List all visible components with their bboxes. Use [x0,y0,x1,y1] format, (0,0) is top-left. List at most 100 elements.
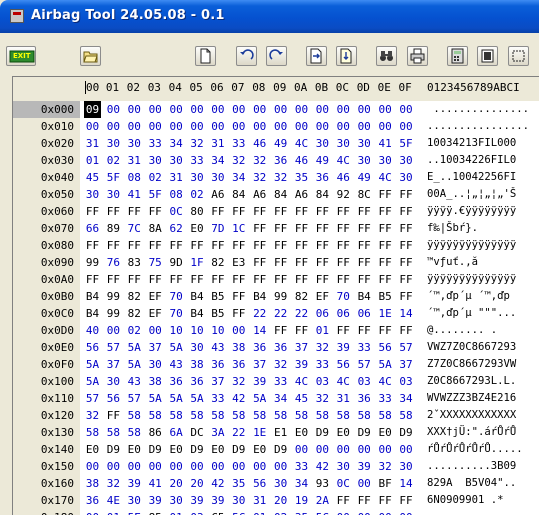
ascii-text[interactable]: ™vƒuť.‚ă [427,254,478,271]
hex-byte[interactable]: FF [398,271,415,288]
hex-byte[interactable]: 03 [314,373,331,390]
hex-byte[interactable]: 00 [209,118,226,135]
hex-byte[interactable]: 5F [398,135,415,152]
hex-byte[interactable]: 08 [168,186,185,203]
hex-byte[interactable]: 33 [272,373,289,390]
hex-byte[interactable]: 00 [335,101,352,118]
hex-byte[interactable]: FF [398,492,415,509]
hex-byte[interactable]: 36 [272,339,289,356]
hex-byte[interactable]: 01 [168,509,185,515]
hex-byte[interactable]: 00 [209,101,226,118]
hex-byte[interactable]: FF [356,254,373,271]
ascii-text[interactable]: XXX†jÜ:".áŕŮŕŮ [427,424,516,441]
hex-byte[interactable]: 30 [377,152,394,169]
hex-byte[interactable]: FF [147,237,164,254]
hex-byte[interactable]: 20 [168,475,185,492]
hex-byte[interactable]: 00 [398,441,415,458]
hex-byte[interactable]: 34 [168,135,185,152]
hex-byte[interactable]: 0C [335,475,352,492]
open-button[interactable] [80,46,101,66]
hex-byte[interactable]: EF [147,288,164,305]
hex-byte[interactable]: 30 [398,169,415,186]
hex-byte[interactable]: 34 [230,169,247,186]
hex-byte[interactable]: FF [105,407,122,424]
hex-byte[interactable]: FF [147,271,164,288]
hex-byte[interactable]: FF [251,220,268,237]
ascii-text[interactable]: ´™‚ďp´µ ´™‚ďp [427,288,510,305]
hex-byte[interactable]: 00 [230,458,247,475]
hex-byte[interactable]: 58 [126,407,143,424]
hex-byte[interactable]: FF [335,203,352,220]
ascii-text[interactable]: VWZ7Z0C8667293 [427,339,516,356]
hex-byte[interactable]: 38 [84,475,101,492]
hex-byte[interactable]: D9 [314,424,331,441]
hex-byte[interactable]: 00 [105,101,122,118]
hex-byte[interactable]: 39 [209,492,226,509]
hex-byte[interactable]: 00 [105,118,122,135]
hex-byte[interactable]: 01 [314,322,331,339]
hex-byte[interactable]: 58 [398,407,415,424]
hex-byte[interactable]: 30 [105,135,122,152]
hex-byte[interactable]: 5E [126,509,143,515]
hex-byte[interactable]: 57 [105,339,122,356]
hex-byte[interactable]: 45 [84,169,101,186]
hex-byte[interactable]: 99 [272,288,289,305]
hex-byte[interactable]: 62 [168,220,185,237]
hex-byte[interactable]: 86 [147,424,164,441]
ascii-text[interactable]: 10034213FIL000 [427,135,516,152]
hex-byte[interactable]: 30 [314,135,331,152]
hex-byte[interactable]: 30 [126,492,143,509]
hex-byte[interactable]: 33 [189,152,206,169]
hex-byte[interactable]: 37 [293,339,310,356]
hex-byte[interactable]: FF [293,322,310,339]
hex-byte[interactable]: 5A [251,390,268,407]
ascii-text[interactable]: @........ . [427,322,497,339]
hex-byte[interactable]: 01 [105,509,122,515]
hex-byte[interactable]: 5A [126,356,143,373]
hex-byte[interactable]: 5A [126,339,143,356]
hex-byte[interactable]: 9D [168,254,185,271]
ascii-text[interactable]: Z7Z0C8667293VW [427,356,516,373]
hex-byte[interactable]: 00 [272,118,289,135]
hex-byte[interactable]: 39 [189,492,206,509]
hex-byte[interactable]: 83 [126,254,143,271]
hex-byte[interactable]: 00 [251,458,268,475]
hex-byte[interactable]: B5 [209,288,226,305]
hex-byte[interactable]: 58 [84,424,101,441]
hex-byte[interactable]: 06 [356,305,373,322]
title-bar[interactable]: Airbag Tool 24.05.08 - 0.1 [0,0,539,33]
hex-byte[interactable]: 34 [272,390,289,407]
hex-byte[interactable]: FF [314,271,331,288]
hex-byte[interactable]: E1 [272,424,289,441]
hex-byte[interactable]: 58 [272,407,289,424]
hex-byte[interactable]: FF [293,203,310,220]
hex-byte[interactable]: FF [356,237,373,254]
hex-byte[interactable]: 00 [84,118,101,135]
hex-byte[interactable]: 00 [189,118,206,135]
ascii-text[interactable]: ..........3B09 [427,458,516,475]
hex-byte[interactable]: 00 [335,118,352,135]
hex-byte[interactable]: FF [356,271,373,288]
hex-byte[interactable]: 32 [314,339,331,356]
hex-byte[interactable]: FF [335,271,352,288]
hex-byte[interactable]: 00 [293,441,310,458]
hex-byte[interactable]: 8A [147,220,164,237]
hex-byte[interactable]: 01 [251,509,268,515]
hex-byte[interactable]: 14 [398,305,415,322]
hex-byte[interactable]: 58 [126,424,143,441]
hex-byte[interactable]: FF [84,237,101,254]
hex-byte[interactable]: 30 [230,492,247,509]
hex-byte[interactable]: 03 [398,373,415,390]
hex-byte[interactable]: 30 [105,186,122,203]
hex-byte[interactable]: 00 [398,509,415,515]
hex-byte[interactable]: 30 [147,152,164,169]
ascii-text[interactable]: ÿÿÿÿÿÿÿÿÿÿÿÿÿÿ [427,271,516,288]
hex-byte[interactable]: FF [251,254,268,271]
hex-byte[interactable]: 00 [251,101,268,118]
hex-byte[interactable]: 3A [209,424,226,441]
hex-byte[interactable]: 66 [84,220,101,237]
hex-byte[interactable]: 58 [147,407,164,424]
hex-byte[interactable]: 38 [189,356,206,373]
hex-byte[interactable]: 30 [356,152,373,169]
hex-byte[interactable]: 57 [126,390,143,407]
